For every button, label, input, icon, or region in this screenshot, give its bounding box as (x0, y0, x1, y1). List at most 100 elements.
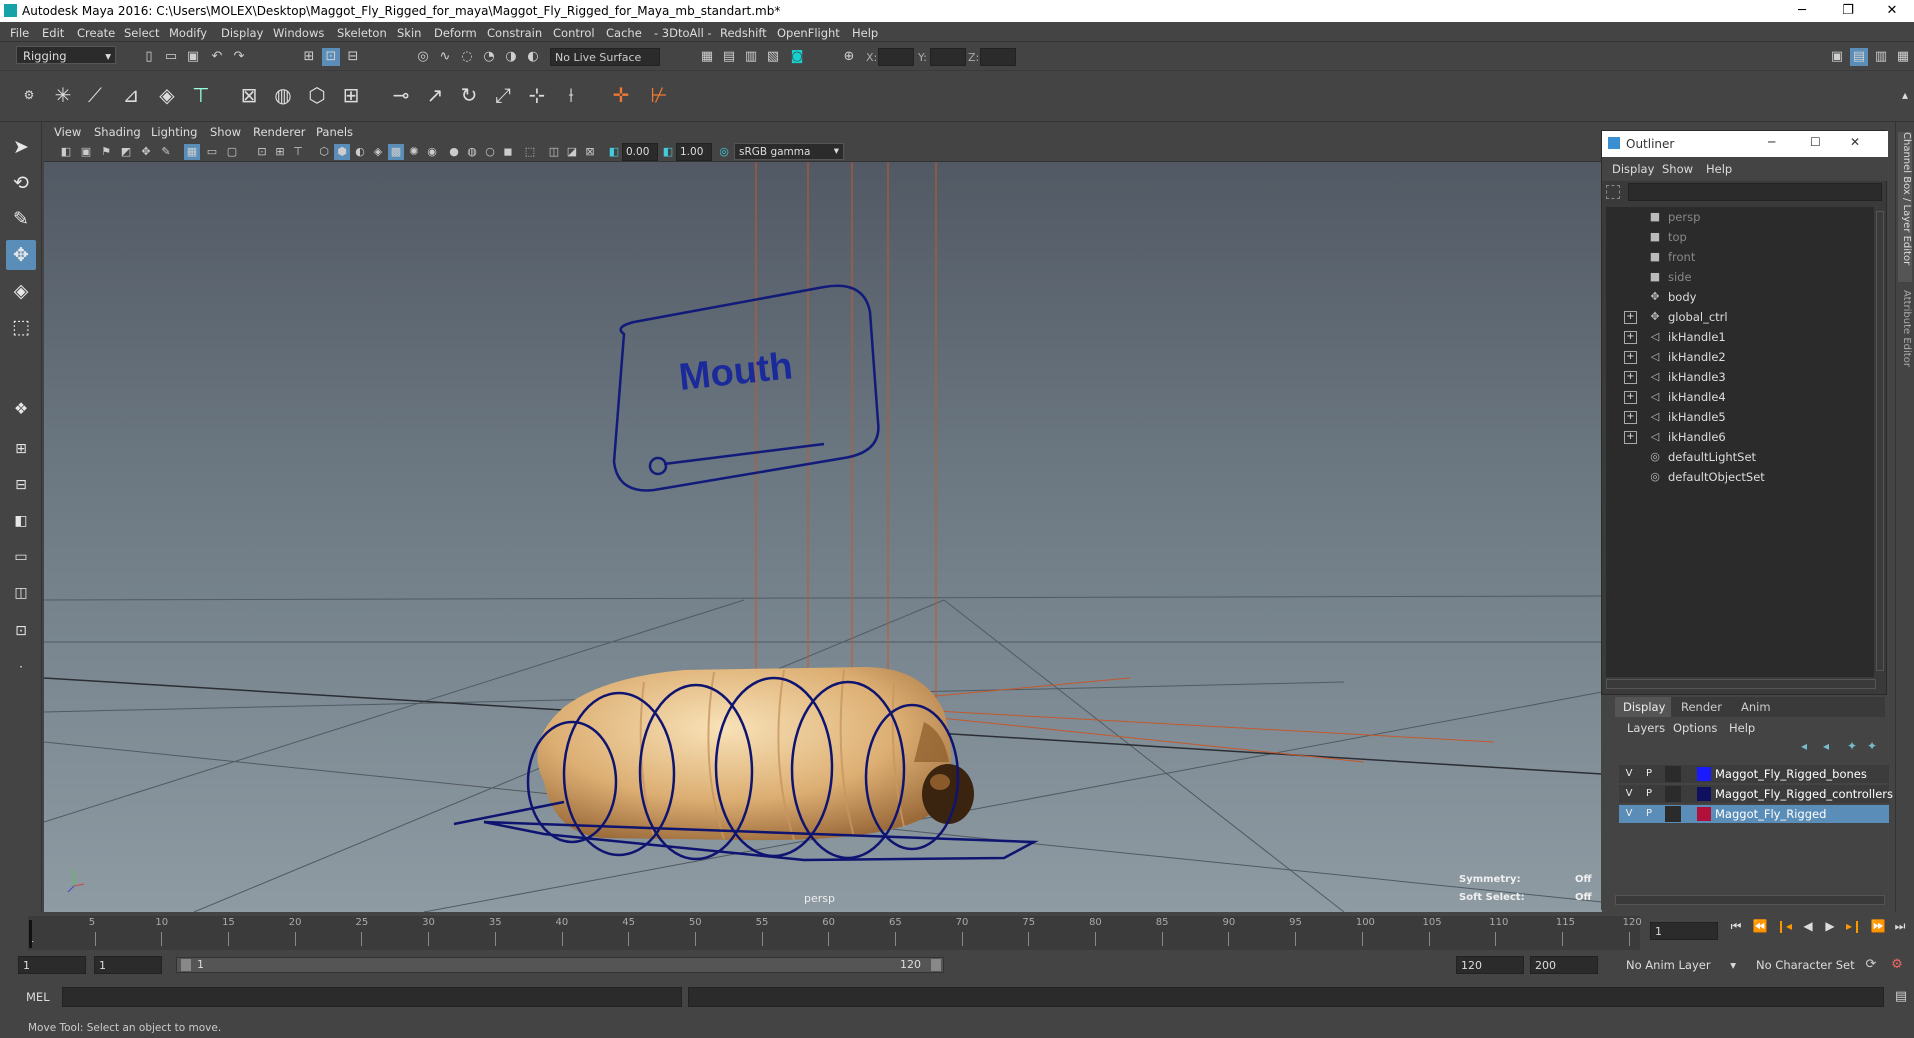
time-slider[interactable]: 1 5 10 15 20 25 30 35 40 45 50 55 60 65 70 75 80 85 90 95 1… (0, 912, 1914, 950)
menu-redshift[interactable]: Redshift (720, 26, 767, 40)
parent-constraint-icon[interactable]: ⊹ (522, 80, 552, 110)
outliner-item[interactable]: ■ persp (1606, 207, 1874, 227)
expand-icon[interactable]: + (1624, 311, 1637, 324)
custom-layout-icon[interactable]: ⊡ (6, 616, 36, 646)
exposure-icon[interactable]: ◧ (606, 144, 622, 160)
film-gate-icon[interactable]: ▭ (204, 144, 220, 160)
outliner-item[interactable]: + ◁ ikHandle1 (1606, 327, 1874, 347)
outliner-hscrollbar[interactable] (1606, 679, 1876, 689)
tab-anim[interactable]: Anim (1741, 700, 1771, 714)
use-all-lights-icon[interactable]: ✺ (406, 144, 422, 160)
menu-windows[interactable]: Windows (273, 26, 324, 40)
anti-alias-icon[interactable]: ○ (482, 144, 498, 160)
snap-point-icon[interactable]: ◌ (458, 48, 476, 66)
outliner-menu-help[interactable]: Help (1706, 162, 1732, 176)
command-language-label[interactable]: MEL (26, 990, 50, 1004)
move-layer-up-icon[interactable]: ◂ (1801, 739, 1807, 753)
maggot-model[interactable] (537, 667, 974, 841)
wrap-deformer-icon[interactable]: ⬡ (302, 80, 332, 110)
undo-icon[interactable]: ↶ (208, 48, 226, 66)
menu-control[interactable]: Control (553, 26, 595, 40)
outliner-item[interactable]: + ◁ ikHandle6 (1606, 427, 1874, 447)
attribute-editor-toggle-icon[interactable]: ▤ (1850, 48, 1868, 66)
select-tool-icon[interactable]: ➤ (6, 132, 36, 162)
menu-help[interactable]: Help (852, 26, 878, 40)
layers-menu-options[interactable]: Options (1673, 721, 1717, 735)
viewport-persp[interactable]: Mouth persp Symmetry: Off Soft Select: O… (44, 122, 1602, 912)
outliner-item[interactable]: ◎ defaultObjectSet (1606, 467, 1874, 487)
layer-color-swatch[interactable] (1697, 807, 1711, 821)
hypershade-layout-icon[interactable]: ◫ (6, 578, 36, 608)
ik-spline-tool-icon[interactable]: ⊿ (116, 80, 146, 110)
step-back-frame-icon[interactable]: ❙◂ (1776, 918, 1792, 934)
color-management-icon[interactable]: ◎ (716, 144, 732, 160)
textured-icon[interactable]: ▩ (388, 144, 404, 160)
anim-layer-dropdown[interactable]: No Anim Layer ▾ (1620, 956, 1740, 974)
command-input[interactable] (62, 987, 682, 1007)
outliner-item[interactable]: + ◁ ikHandle5 (1606, 407, 1874, 427)
render-settings-icon[interactable]: ▧ (764, 48, 782, 66)
camera-select-icon[interactable]: ◧ (58, 144, 74, 160)
lattice-icon[interactable]: ⊠ (234, 80, 264, 110)
depth-of-field-icon[interactable]: ◼ (500, 144, 516, 160)
exposure-field[interactable]: 0.00 (622, 143, 658, 161)
shelf-scroll-icon[interactable]: ▴ (1896, 80, 1914, 110)
paint-select-icon[interactable]: ✎ (6, 204, 36, 234)
y-field[interactable] (930, 48, 966, 66)
menu-skeleton[interactable]: Skeleton (337, 26, 387, 40)
animation-end-field[interactable]: 200 (1530, 956, 1598, 974)
vp-menu-view[interactable]: View (54, 125, 81, 139)
minimize-button[interactable]: ─ (1780, 0, 1824, 22)
default-material-icon[interactable]: ◐ (352, 144, 368, 160)
expand-icon[interactable]: + (1624, 331, 1637, 344)
outliner-item[interactable]: + ◁ ikHandle4 (1606, 387, 1874, 407)
snap-surface-icon[interactable]: ◑ (502, 48, 520, 66)
wireframe-shaded-icon[interactable]: ◈ (370, 144, 386, 160)
point-constraint-icon[interactable]: ⊸ (386, 80, 416, 110)
pole-vector-icon[interactable]: ⟊ (556, 80, 586, 110)
screen-space-ao-icon[interactable]: ● (446, 144, 462, 160)
restore-button[interactable]: ❐ (1826, 0, 1870, 22)
vp-menu-renderer[interactable]: Renderer (253, 125, 306, 139)
playback-start-field[interactable]: 1 (94, 956, 162, 974)
view-transform-dropdown[interactable]: sRGB gamma ▾ (734, 143, 844, 160)
current-time-marker[interactable] (29, 920, 32, 948)
isolate-select-icon[interactable]: ⬚ (522, 144, 538, 160)
select-hierarchy-icon[interactable]: ⊞ (300, 48, 318, 66)
filter-icon[interactable] (1606, 185, 1620, 199)
expand-icon[interactable]: + (1624, 431, 1637, 444)
step-forward-frame-icon[interactable]: ▸❙ (1846, 918, 1862, 934)
show-manipulator-icon[interactable]: ❖ (6, 394, 36, 424)
layer-display-type-toggle[interactable] (1665, 766, 1681, 782)
two-d-pan-icon[interactable]: ✥ (138, 144, 154, 160)
animation-prefs-icon[interactable]: ⚙ (1888, 956, 1906, 974)
tab-display[interactable]: Display (1615, 697, 1671, 717)
rotate-tool-icon[interactable]: ◈ (6, 276, 36, 306)
z-field[interactable] (980, 48, 1016, 66)
modeling-toolkit-icon[interactable]: ▣ (1828, 48, 1846, 66)
grease-pencil-icon[interactable]: ✎ (158, 144, 174, 160)
wireframe-icon[interactable]: ⬡ (316, 144, 332, 160)
layer-color-swatch[interactable] (1697, 767, 1711, 781)
menu-create[interactable]: Create (77, 26, 115, 40)
layer-visibility-toggle[interactable]: V (1621, 766, 1637, 782)
gamma-field[interactable]: 1.00 (676, 143, 712, 161)
attribute-editor-tab[interactable]: Attribute Editor (1898, 290, 1912, 400)
vp-menu-shading[interactable]: Shading (94, 125, 141, 139)
outliner-item[interactable]: ◎ defaultLightSet (1606, 447, 1874, 467)
play-forwards-icon[interactable]: ▶ (1822, 918, 1838, 934)
script-editor-icon[interactable]: ▤ (1892, 988, 1910, 1006)
select-object-icon[interactable]: ⊡ (322, 48, 340, 66)
hypershade-icon[interactable]: ◙ (788, 48, 806, 66)
layer-visibility-toggle[interactable]: V (1621, 806, 1637, 822)
vp-menu-panels[interactable]: Panels (316, 125, 353, 139)
scale-tool-icon[interactable]: ⬚ (6, 312, 36, 342)
snap-grid-icon[interactable]: ◎ (414, 48, 432, 66)
lasso-tool-icon[interactable]: ⟲ (6, 168, 36, 198)
menu-deform[interactable]: Deform (434, 26, 477, 40)
outliner-item[interactable]: + ✥ global_ctrl (1606, 307, 1874, 327)
close-button[interactable]: ✕ (1870, 0, 1914, 22)
scale-constraint-icon[interactable]: ⤢ (488, 80, 518, 110)
menu-skin[interactable]: Skin (397, 26, 421, 40)
locator-icon[interactable]: ✛ (606, 80, 636, 110)
